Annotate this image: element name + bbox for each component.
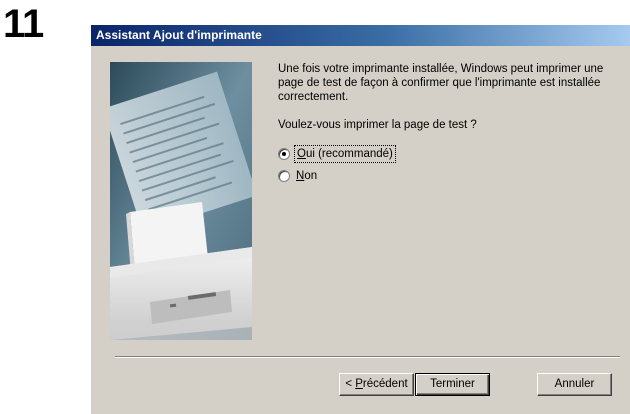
radio-option-yes[interactable]: Oui (recommandé) bbox=[278, 145, 623, 163]
cancel-button[interactable]: Annuler bbox=[537, 373, 612, 396]
back-prefix: < bbox=[345, 378, 356, 390]
window-titlebar[interactable]: Assistant Ajout d'imprimante bbox=[91, 25, 630, 46]
back-label: récédent bbox=[362, 378, 408, 390]
window-title: Assistant Ajout d'imprimante bbox=[96, 28, 262, 42]
accelerator-key-p: P bbox=[355, 378, 363, 390]
accelerator-key-o: O bbox=[297, 148, 306, 160]
separator-line bbox=[115, 356, 620, 358]
step-number: 11 bbox=[3, 2, 44, 46]
radio-label-yes[interactable]: Oui (recommandé) bbox=[294, 145, 396, 163]
printer-illustration-icon bbox=[110, 62, 252, 340]
label-text-yes: ui (recommandé) bbox=[305, 148, 393, 160]
label-text-no: on bbox=[304, 170, 318, 182]
description-text: Une fois votre imprimante installée, Win… bbox=[278, 63, 604, 103]
wizard-content: Une fois votre imprimante installée, Win… bbox=[278, 62, 623, 184]
radio-label-no[interactable]: Non bbox=[296, 169, 317, 183]
radio-button-no[interactable] bbox=[278, 170, 290, 182]
back-button[interactable]: < Précédent bbox=[339, 373, 414, 396]
question-text: Voulez-vous imprimer la page de test ? bbox=[278, 119, 477, 131]
finish-button[interactable]: Terminer bbox=[415, 373, 490, 396]
add-printer-wizard-dialog: Assistant Ajout d'imprimante Une fois vo… bbox=[91, 25, 630, 414]
radio-option-no[interactable]: Non bbox=[278, 168, 623, 184]
radio-button-yes[interactable] bbox=[278, 148, 290, 160]
